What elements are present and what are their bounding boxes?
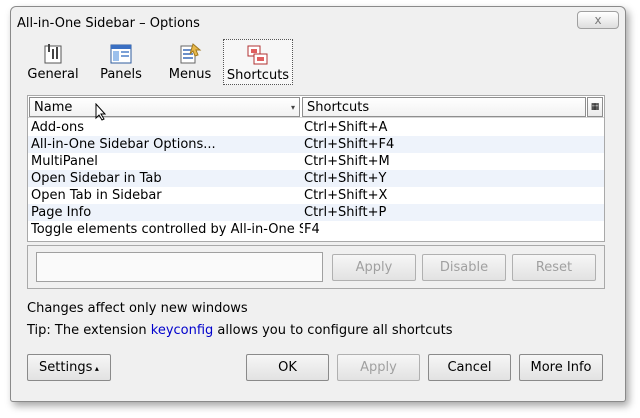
item-name: Open Tab in Sidebar bbox=[31, 188, 162, 203]
list-item[interactable]: MultiPanel Ctrl+Shift+M bbox=[28, 153, 604, 170]
item-name: Open Sidebar in Tab bbox=[31, 171, 162, 186]
item-name: Add-ons bbox=[31, 120, 85, 135]
apply-button[interactable]: Apply bbox=[337, 354, 420, 381]
tab-general[interactable]: General bbox=[25, 39, 81, 85]
item-name: MultiPanel bbox=[31, 154, 98, 169]
column-label: Shortcuts bbox=[307, 100, 370, 115]
close-button[interactable]: x bbox=[577, 11, 619, 29]
item-shortcut: Ctrl+Shift+M bbox=[304, 154, 390, 169]
list-item[interactable]: All-in-One Sidebar Options... Ctrl+Shift+… bbox=[28, 136, 604, 153]
sort-arrow-icon: ▾ bbox=[290, 103, 295, 112]
disable-button[interactable]: Disable bbox=[422, 254, 506, 281]
list-rows: Add-ons Ctrl+Shift+A All-in-One Sidebar O… bbox=[28, 119, 604, 238]
item-name: Page Info bbox=[31, 205, 92, 220]
column-header-name[interactable]: Name ▾ bbox=[29, 97, 300, 117]
column-header-shortcuts[interactable]: Shortcuts bbox=[302, 97, 586, 117]
shortcuts-icon bbox=[247, 45, 268, 65]
item-shortcut: Ctrl+Shift+P bbox=[304, 205, 387, 220]
tip-prefix: Tip: The extension bbox=[27, 323, 151, 338]
item-shortcut: F4 bbox=[304, 222, 320, 237]
item-name: Toggle elements controlled by All-in-One… bbox=[31, 222, 303, 237]
item-shortcut: Ctrl+Shift+Y bbox=[304, 171, 387, 186]
ok-button[interactable]: OK bbox=[246, 354, 329, 381]
tab-label: Panels bbox=[100, 67, 142, 82]
list-item[interactable]: Open Sidebar in Tab Ctrl+Shift+Y bbox=[28, 170, 604, 187]
tab-label: General bbox=[27, 67, 79, 82]
list-header: Name ▾ Shortcuts ▦ bbox=[28, 96, 604, 118]
more-info-button[interactable]: More Info bbox=[519, 354, 603, 381]
settings-label: Settings bbox=[39, 360, 93, 375]
close-icon: x bbox=[594, 13, 602, 27]
item-shortcut: Ctrl+Shift+F4 bbox=[304, 137, 395, 152]
list-item[interactable]: Add-ons Ctrl+Shift+A bbox=[28, 119, 604, 136]
tab-menus[interactable]: Menus bbox=[161, 39, 219, 85]
panels-icon bbox=[110, 44, 132, 64]
list-item[interactable]: Page Info Ctrl+Shift+P bbox=[28, 204, 604, 221]
window-title: All-in-One Sidebar – Options bbox=[17, 16, 200, 31]
options-dialog: All-in-One Sidebar – Options x General P… bbox=[10, 6, 626, 402]
list-item[interactable]: Open Tab in Sidebar Ctrl+Shift+X bbox=[28, 187, 604, 204]
column-label: Name bbox=[34, 100, 73, 115]
title-bar: All-in-One Sidebar – Options x bbox=[11, 7, 625, 35]
keyconfig-link[interactable]: keyconfig bbox=[151, 323, 214, 338]
menus-icon bbox=[180, 43, 202, 64]
editor-apply-button[interactable]: Apply bbox=[332, 254, 416, 281]
cancel-button[interactable]: Cancel bbox=[428, 354, 511, 381]
tip-suffix: allows you to configure all shortcuts bbox=[213, 323, 453, 338]
dropdown-arrow-icon: ▴ bbox=[92, 364, 99, 373]
column-picker-icon[interactable]: ▦ bbox=[587, 97, 603, 117]
list-item[interactable]: Toggle elements controlled by All-in-One… bbox=[28, 221, 604, 238]
item-name: All-in-One Sidebar Options... bbox=[31, 137, 216, 152]
settings-button[interactable]: Settings ▴ bbox=[27, 354, 111, 381]
shortcut-editor: Apply Disable Reset bbox=[27, 245, 605, 289]
item-shortcut: Ctrl+Shift+A bbox=[304, 120, 388, 135]
shortcut-input[interactable] bbox=[36, 252, 323, 282]
tab-label: Menus bbox=[168, 67, 212, 82]
item-shortcut: Ctrl+Shift+X bbox=[304, 188, 388, 203]
reset-button[interactable]: Reset bbox=[512, 254, 596, 281]
changes-note: Changes affect only new windows bbox=[27, 301, 248, 316]
general-icon bbox=[44, 44, 62, 64]
mouse-cursor-icon bbox=[95, 103, 107, 121]
tip-note: Tip: The extension keyconfig allows you … bbox=[27, 323, 453, 338]
tab-label: Shortcuts bbox=[226, 68, 290, 83]
shortcuts-list[interactable]: Name ▾ Shortcuts ▦ Add-ons Ctrl+Shift+A A… bbox=[27, 95, 605, 242]
tab-shortcuts[interactable]: Shortcuts bbox=[223, 39, 293, 85]
tab-panels[interactable]: Panels bbox=[93, 39, 149, 85]
